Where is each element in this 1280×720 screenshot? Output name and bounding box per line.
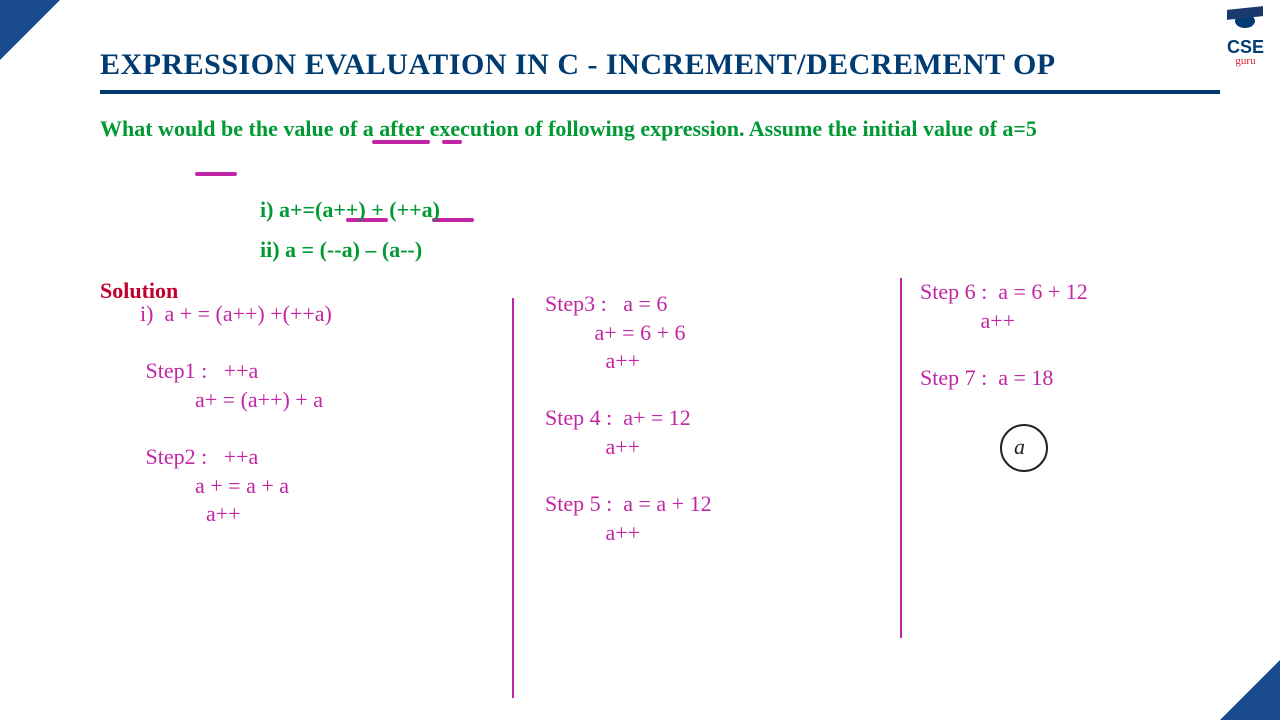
column-divider [900, 278, 902, 638]
logo-subtext: guru [1227, 56, 1264, 67]
brand-logo: CSE guru [1227, 8, 1264, 67]
question-parts: i) a+=(a++) + (++a) ii) a = (--a) – (a--… [260, 190, 440, 269]
underline-mark [195, 172, 237, 176]
underline-mark [372, 140, 430, 144]
part-ii: ii) a = (--a) – (a--) [260, 230, 440, 270]
question-text: What would be the value of a after execu… [100, 112, 1200, 145]
handwriting-column-3: Step 6 : a = 6 + 12 a++ Step 7 : a = 18 [920, 278, 1240, 392]
column-divider [512, 298, 514, 698]
corner-bottom-right [1220, 660, 1280, 720]
cursor-annotation: a [1014, 434, 1025, 460]
handwriting-column-2: Step3 : a = 6 a+ = 6 + 6 a++ Step 4 : a+… [545, 290, 885, 547]
slide-title: EXPRESSION EVALUATION IN C - INCREMENT/D… [100, 48, 1220, 94]
corner-top-left [0, 0, 60, 60]
underline-mark [442, 140, 462, 144]
graduation-cap-icon [1227, 8, 1263, 36]
logo-text: CSE [1227, 38, 1264, 56]
handwriting-column-1: i) a + = (a++) +(++a) Step1 : ++a a+ = (… [140, 300, 500, 529]
part-i: i) a+=(a++) + (++a) [260, 190, 440, 230]
